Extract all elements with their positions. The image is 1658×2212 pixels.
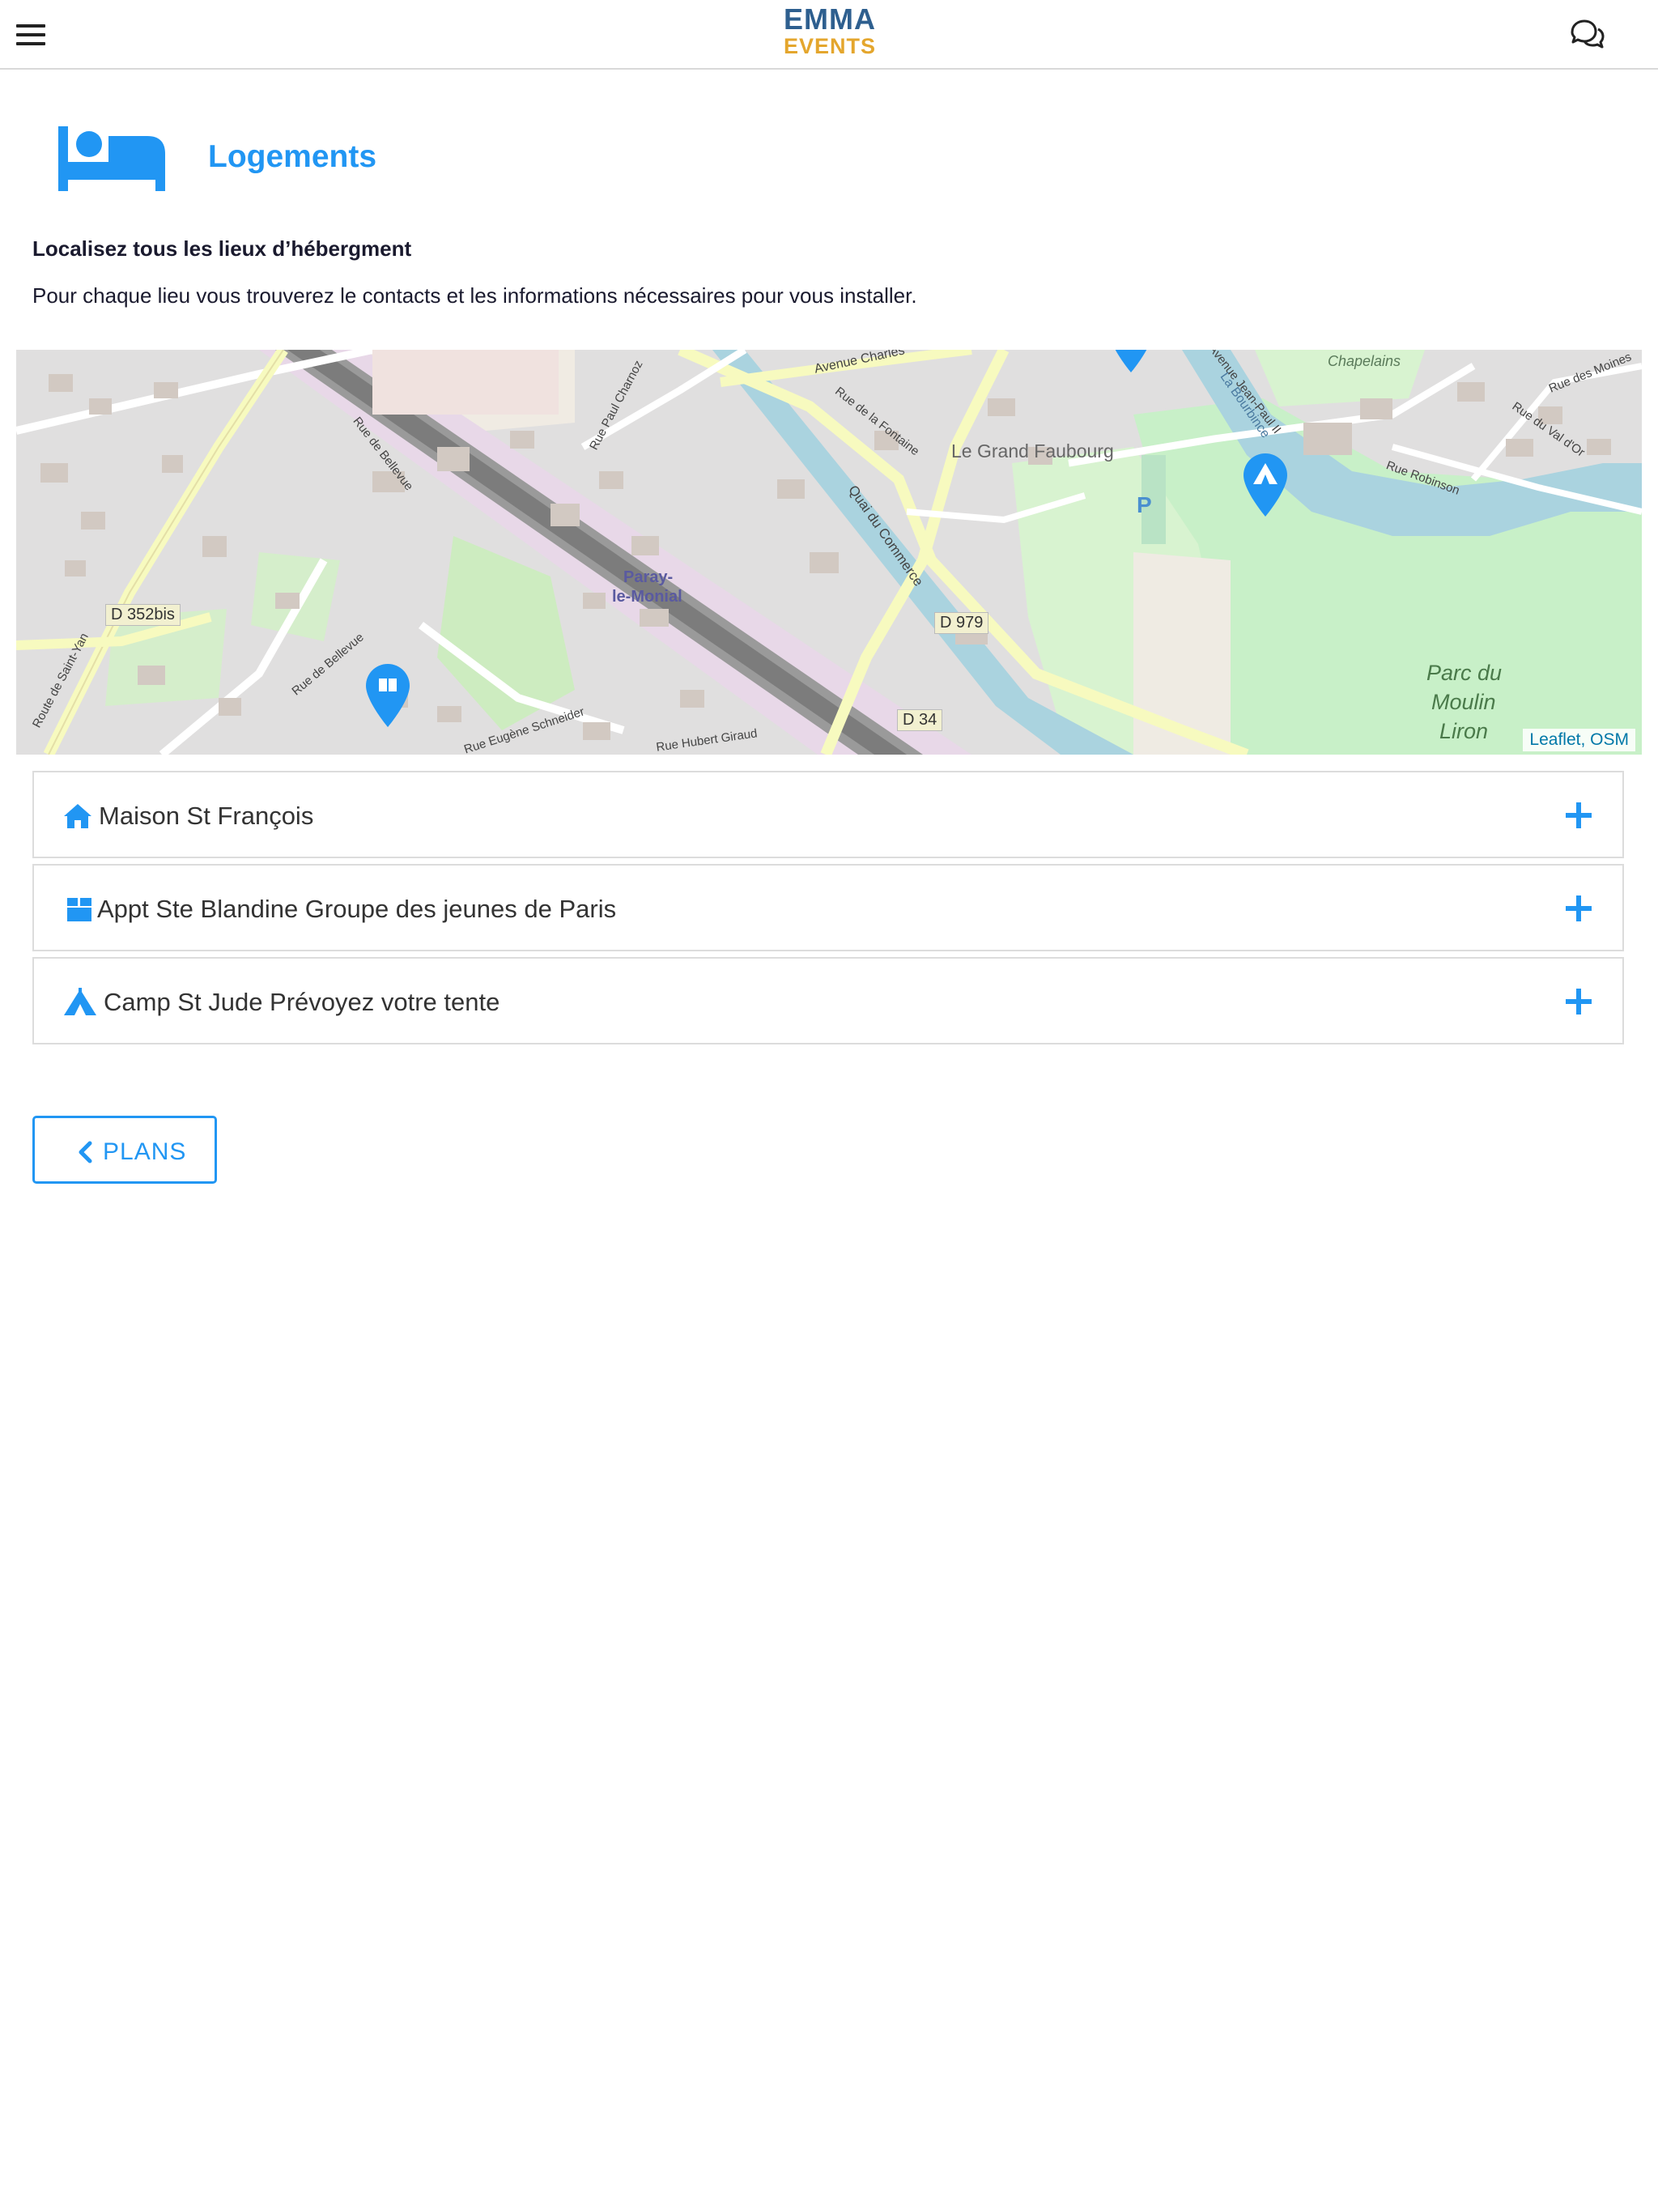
accommodation-map[interactable]: Paray- le-Monial Le Grand Faubourg Parc … bbox=[16, 350, 1642, 755]
chevron-left-icon bbox=[79, 1141, 92, 1163]
map-label-park1: Parc du bbox=[1426, 661, 1503, 685]
attribution-separator: , bbox=[1580, 730, 1591, 749]
map-attribution: Leaflet, OSM bbox=[1523, 729, 1635, 751]
plans-back-button[interactable]: PLANS bbox=[32, 1116, 217, 1184]
hamburger-menu-icon[interactable] bbox=[16, 24, 45, 45]
map-road-d352: D 352bis bbox=[105, 604, 181, 626]
leaflet-link[interactable]: Leaflet bbox=[1529, 730, 1580, 749]
chat-bubbles-icon[interactable] bbox=[1569, 16, 1606, 53]
map-marker-maison-st-francois[interactable] bbox=[1109, 350, 1153, 372]
map-tiles[interactable] bbox=[16, 350, 1642, 755]
map-road-d34: D 34 bbox=[897, 709, 943, 731]
map-label-park3: Liron bbox=[1439, 719, 1489, 743]
page-title: Logements bbox=[208, 139, 377, 174]
map-marker-appt-ste-blandine[interactable] bbox=[366, 664, 410, 727]
map-label-park2: Moulin bbox=[1431, 690, 1496, 714]
plans-button-label: PLANS bbox=[103, 1138, 187, 1165]
accordion-label: Appt Ste Blandine Groupe des jeunes de P… bbox=[97, 895, 617, 923]
top-bar: EMMA EVENTS bbox=[0, 0, 1658, 70]
emma-events-logo[interactable]: EMMA EVENTS bbox=[777, 5, 882, 62]
map-road-d979: D 979 bbox=[934, 612, 989, 634]
accordion-item-maison-st-francois[interactable]: Maison St François bbox=[32, 771, 1624, 858]
map-label-chapelains: Chapelains bbox=[1328, 353, 1401, 369]
map-label-quarter: Le Grand Faubourg bbox=[951, 440, 1114, 462]
map-marker-camp-st-jude[interactable] bbox=[1244, 453, 1287, 517]
accordion-label: Maison St François bbox=[99, 802, 314, 830]
home-icon bbox=[64, 804, 91, 828]
accordion-item-appt-ste-blandine[interactable]: Appt Ste Blandine Groupe des jeunes de P… bbox=[32, 864, 1624, 951]
campground-icon bbox=[64, 988, 96, 1015]
map-parking-symbol: P bbox=[1137, 492, 1152, 517]
logo-line1: EMMA bbox=[784, 2, 876, 36]
expand-plus-icon[interactable] bbox=[1566, 895, 1592, 921]
box-icon bbox=[67, 898, 91, 921]
map-label-town: Paray- bbox=[623, 568, 674, 586]
accordion-label: Camp St Jude Prévoyez votre tente bbox=[104, 988, 500, 1016]
expand-plus-icon[interactable] bbox=[1566, 802, 1592, 828]
page-subtitle: Localisez tous les lieux d’hébergment bbox=[32, 236, 412, 261]
map-label-town2: le-Monial bbox=[612, 588, 682, 606]
bed-icon bbox=[58, 126, 165, 191]
expand-plus-icon[interactable] bbox=[1566, 989, 1592, 1015]
logo-line2: EVENTS bbox=[783, 34, 877, 58]
osm-link[interactable]: OSM bbox=[1590, 730, 1629, 749]
page-description: Pour chaque lieu vous trouverez le conta… bbox=[32, 283, 917, 308]
accordion-item-camp-st-jude[interactable]: Camp St Jude Prévoyez votre tente bbox=[32, 957, 1624, 1044]
